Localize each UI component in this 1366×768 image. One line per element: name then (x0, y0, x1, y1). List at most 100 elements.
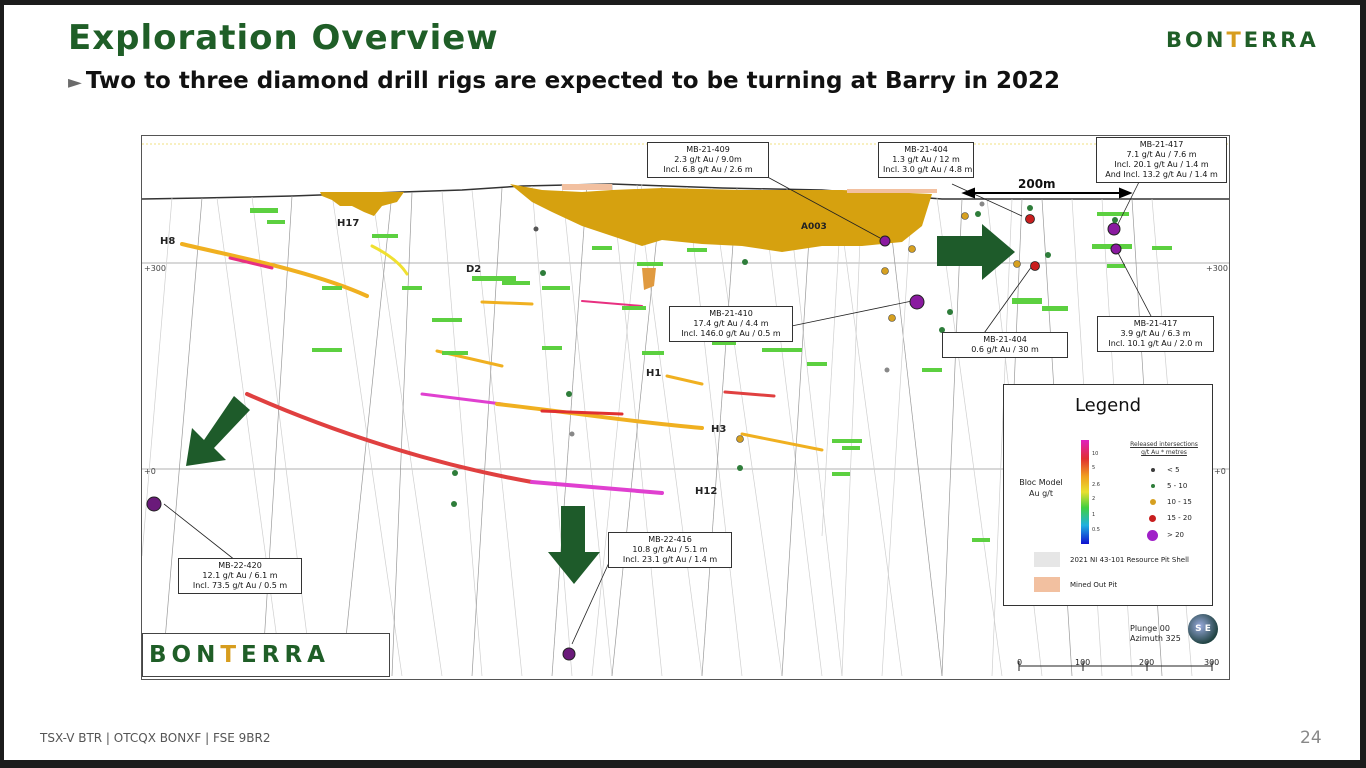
green-grade-patch (1042, 306, 1068, 311)
pit-shell-main (510, 184, 932, 252)
drillhole-trace (841, 191, 863, 677)
ore-lens (495, 402, 704, 430)
orientation-label: Plunge 00 Azimuth 325 (1130, 624, 1181, 643)
green-grade-patch (1152, 246, 1172, 250)
mined-out-pit-top-2 (847, 189, 937, 193)
green-grade-patch (1097, 212, 1129, 216)
bullet-triangle-icon: ► (68, 72, 82, 93)
long-section-diagram: H17 H8 D2 A003 H1 H3 H12 +300 +300 +0 +0… (141, 135, 1230, 680)
legend-dot-15-20 (1149, 515, 1156, 522)
green-grade-patch (622, 306, 646, 310)
ore-lens (540, 409, 624, 416)
drillhole-trace (591, 183, 643, 677)
green-grade-patch (1012, 298, 1042, 304)
green-grade-patch (542, 346, 562, 350)
legend-tick-2: 2 (1092, 496, 1096, 502)
legend-swatch-resource-pit (1034, 552, 1060, 567)
green-grade-patch (642, 351, 664, 355)
legend-swatch-mined-out (1034, 577, 1060, 592)
elevation-label-plus300-right: +300 (1206, 264, 1228, 273)
drillhole-trace (471, 187, 503, 677)
page-number: 24 (1300, 728, 1322, 748)
drillhole-trace (941, 198, 963, 677)
scalebar-label-0: 0 (1017, 658, 1023, 667)
callout-mb-22-420: MB-22-420 12.1 g/t Au / 6.1 m Incl. 73.5 g… (178, 558, 302, 594)
scalebar-label-100: 100 (1075, 658, 1091, 667)
green-arrow-right (937, 224, 1015, 280)
legend-tick-10: 10 (1092, 451, 1099, 457)
legend-label-5-10: 5 - 10 (1167, 482, 1188, 490)
legend-label-gt20: > 20 (1167, 531, 1184, 539)
drillhole-trace (836, 190, 903, 677)
elevation-label-zero-right: +0 (1214, 467, 1226, 476)
legend-box: Legend Bloc Model Au g/t 10 5 2.6 2 1 0.5… (1003, 384, 1213, 606)
frame-bottom (0, 760, 1366, 768)
callout-mb-21-404-top: MB-21-404 1.3 g/t Au / 12 m Incl. 3.0 g/t … (878, 142, 974, 178)
callout-mb-22-416: MB-22-416 10.8 g/t Au / 5.1 m Incl. 23.1 g… (608, 532, 732, 568)
green-grade-patch (807, 362, 827, 366)
callout-mb-21-417-top: MB-21-417 7.1 g/t Au / 7.6 m Incl. 20.1 g/… (1096, 137, 1227, 183)
green-grade-patch (842, 446, 860, 450)
subtitle-text: Two to three diamond drill rigs are expe… (85, 68, 1061, 94)
green-grade-patch (267, 220, 285, 224)
green-arrow-down-left (186, 396, 250, 466)
green-grade-patch (972, 538, 990, 542)
ore-lens (665, 374, 704, 386)
page-title: Exploration Overview (68, 18, 499, 58)
legend-label-mined-out: Mined Out Pit (1070, 581, 1118, 589)
green-grade-patch (832, 472, 850, 476)
green-grade-patch (832, 439, 862, 443)
ore-lens (420, 392, 504, 406)
legend-tick-5: 5 (1092, 465, 1096, 471)
zone-label-h1: H1 (646, 368, 662, 379)
ore-lens (370, 244, 409, 276)
drillhole-trace (371, 192, 443, 677)
legend-label-10-15: 10 - 15 (1167, 498, 1192, 506)
green-grade-patch (402, 286, 422, 290)
legend-bloc-model-label: Bloc Model Au g/t (1019, 478, 1063, 498)
zone-label-h12: H12 (695, 486, 718, 497)
legend-tick-1: 1 (1092, 512, 1096, 518)
legend-label-lt5: < 5 (1167, 466, 1180, 474)
green-grade-patch (592, 246, 612, 250)
legend-dot-lt5 (1151, 468, 1155, 472)
scalebar-label-300: 300 (1204, 658, 1220, 667)
frame-top (0, 0, 1366, 5)
metric-scalebar (1018, 661, 1213, 671)
green-grade-patch (312, 348, 342, 352)
drillhole-trace (216, 197, 283, 677)
elevation-label-zero-left: +0 (144, 467, 156, 476)
scale-200m-label: 200m (1018, 177, 1056, 191)
callout-mb-21-417-lower: MB-21-417 3.9 g/t Au / 6.3 m Incl. 10.1 g/… (1097, 316, 1214, 352)
green-grade-patch (250, 208, 278, 213)
pit-shell-west (320, 192, 404, 216)
green-grade-patch (372, 234, 398, 238)
drillhole-trace (886, 193, 943, 677)
drillhole-trace (761, 188, 823, 677)
callout-mb-21-409: MB-21-409 2.3 g/t Au / 9.0m Incl. 6.8 g/t … (647, 142, 769, 178)
scalebar-label-200: 200 (1139, 658, 1155, 667)
legend-dot-5-10 (1151, 484, 1155, 488)
ore-lens (723, 390, 776, 398)
footer-tickers: TSX-V BTR | OTCQX BONXF | FSE 9BR2 (40, 731, 271, 745)
callout-mb-21-410: MB-21-410 17.4 g/t Au / 4.4 m Incl. 146.0 … (669, 306, 793, 342)
green-arrow-down (548, 506, 600, 584)
zone-label-h3: H3 (711, 424, 727, 435)
inner-bonterra-logo: BONTERRA (142, 633, 390, 677)
zone-label-d2: D2 (466, 264, 482, 275)
drillhole-trace (391, 191, 413, 677)
ore-lens (740, 432, 824, 452)
legend-dot-10-15 (1150, 499, 1156, 505)
frame-left (0, 0, 4, 768)
green-grade-patch (502, 281, 530, 285)
legend-tick-0-5: 0.5 (1092, 527, 1100, 533)
callout-mb-21-404-lower: MB-21-404 0.6 g/t Au / 30 m (942, 332, 1068, 358)
zone-label-a003: A003 (801, 222, 827, 232)
frame-right (1360, 0, 1366, 768)
green-grade-patch (1107, 264, 1125, 268)
green-grade-patch (472, 276, 516, 281)
drillhole-trace (786, 188, 843, 677)
green-grade-patch (762, 348, 802, 352)
bonterra-logo: BONTERRA (1166, 28, 1319, 52)
green-grade-patch (322, 286, 342, 290)
